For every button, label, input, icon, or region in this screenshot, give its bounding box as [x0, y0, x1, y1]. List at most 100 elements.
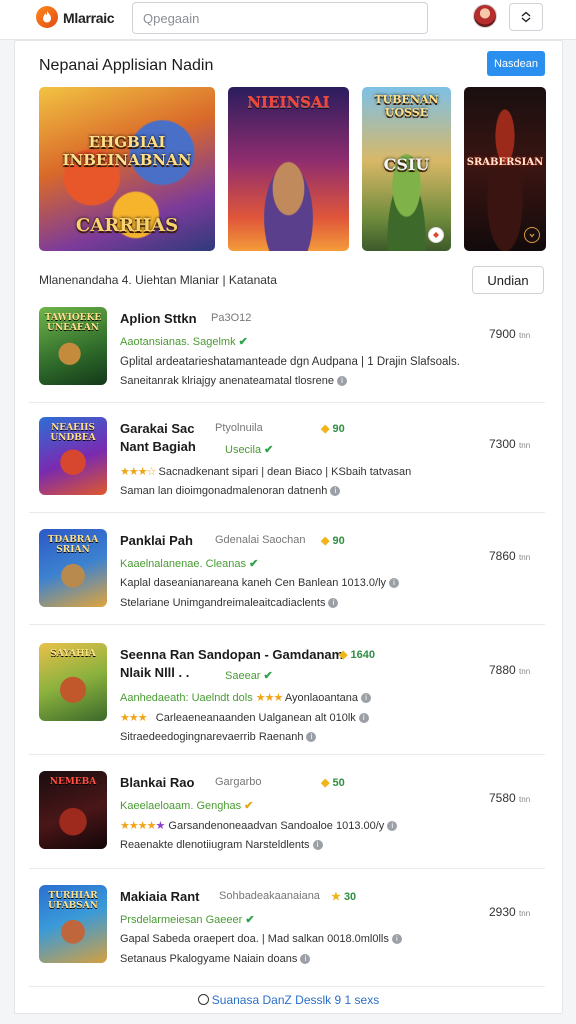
- app-badge: Saeear ✔: [225, 670, 273, 682]
- featured-banner-3[interactable]: TUBENAN UOSSE CSIU: [362, 87, 451, 251]
- star-rating-icon: ★★★: [120, 712, 148, 724]
- app-price: 7860 tnn: [489, 549, 531, 563]
- app-rating: ◆ 90: [321, 535, 345, 547]
- list-item[interactable]: TDABRAA SRIAN Panklai Pah Gdenalai Saocha…: [29, 513, 545, 625]
- info-icon[interactable]: i: [389, 578, 400, 589]
- app-rating: ◆ 50: [321, 777, 345, 789]
- featured-banner-4[interactable]: SRABERSIAN: [464, 87, 546, 251]
- rating-star-icon: ★: [331, 891, 341, 903]
- app-rating: ◆ 1640: [339, 649, 376, 661]
- banner-title: SRABERSIAN: [466, 157, 544, 168]
- thumbnail-label: NEMEBA: [49, 777, 97, 787]
- rating-star-icon: ◆: [321, 777, 330, 789]
- star-rating-icon: ★★★: [255, 692, 284, 704]
- rating-star-icon: ◆: [321, 423, 330, 435]
- thumbnail-label: TURHIAR UFABSAN: [47, 891, 98, 911]
- app-thumbnail: TURHIAR UFABSAN: [39, 885, 107, 963]
- app-thumbnail: NEMEBA: [39, 771, 107, 849]
- search-input[interactable]: [132, 2, 428, 34]
- filter-button[interactable]: Undian: [472, 266, 544, 294]
- app-subdescription: Stelariane Unimgandreimaleaitcadiaclents…: [120, 597, 339, 609]
- app-developer: Pa3O12: [211, 312, 252, 324]
- list-item[interactable]: NEMEBA Blankai Rao Gargarbo ◆ 50 Kaeelae…: [29, 755, 545, 869]
- verified-icon: ✔: [244, 800, 254, 812]
- app-name: Blankai Rao: [120, 775, 195, 790]
- footer-link[interactable]: Suanasa DanZ Desslk 9 1 sexs: [15, 987, 562, 1013]
- star-rating-icon: ★★★☆: [120, 466, 156, 478]
- app-thumbnail: NEAEIIS UNDBEA: [39, 417, 107, 495]
- featured-banner-2[interactable]: NIEINSAI: [228, 87, 349, 251]
- list-item[interactable]: TURHIAR UFABSAN Makiaia Rant Sohbadeakaan…: [29, 869, 545, 987]
- info-icon[interactable]: i: [361, 693, 372, 704]
- info-icon[interactable]: i: [306, 732, 317, 743]
- thumbnail-label: SAYAHIA: [50, 649, 96, 659]
- bookmark-icon[interactable]: [428, 227, 444, 243]
- app-meta: Kaaelnalanenae. Cleanas ✔: [120, 558, 259, 570]
- play-icon[interactable]: [524, 227, 540, 243]
- info-icon[interactable]: i: [312, 840, 323, 851]
- expand-button[interactable]: [509, 3, 543, 31]
- app-price: 7300 tnn: [489, 437, 531, 451]
- app-description: ★★★ Carleaeneanaanden Ualganean alt 010l…: [120, 711, 369, 724]
- star-rating-icon: ★★★★: [120, 820, 156, 832]
- info-icon[interactable]: i: [300, 954, 311, 965]
- verified-icon: ✔: [249, 558, 259, 570]
- section-action-button[interactable]: Nasdean: [487, 51, 545, 76]
- info-icon[interactable]: i: [358, 713, 369, 724]
- app-rating: ◆ 90: [321, 423, 345, 435]
- verified-icon: ✔: [238, 336, 248, 348]
- app-developer: Gdenalai Saochan: [215, 534, 306, 546]
- app-description: ★★★★★ Garsandenoneaadvan Sandoaloe 1013.…: [120, 819, 398, 832]
- app-price: 2930 tnn: [489, 905, 531, 919]
- user-avatar[interactable]: [473, 4, 497, 28]
- thumbnail-label: TAWIOEKE UNEAEAN: [44, 313, 102, 333]
- info-icon[interactable]: i: [337, 376, 348, 387]
- info-icon[interactable]: i: [387, 821, 398, 832]
- banner-title: EHGBIAI INBEINABNAN: [62, 133, 192, 169]
- thumbnail-label: TDABRAA SRIAN: [47, 535, 99, 555]
- list-item[interactable]: NEAEIIS UNDBEA Garakai Sac Nant Bagiah Pt…: [29, 403, 545, 513]
- banner-subtitle: CARRHAS: [75, 215, 179, 236]
- app-subdescription: Sitraedeedogingnarevaerrib Raenanh i: [120, 731, 317, 743]
- list-item[interactable]: SAYAHIA Seenna Ran Sandopan - Gamdanam ◆…: [29, 625, 545, 755]
- app-name-line2: Nant Bagiah: [120, 439, 196, 454]
- app-developer: Gargarbo: [215, 776, 262, 788]
- app-developer: Ptyolnuila: [215, 422, 263, 434]
- app-subdescription: Saneitanrak klriajgy anenateamatal tlosr…: [120, 375, 348, 387]
- banner-subtitle: CSIU: [383, 155, 430, 174]
- info-icon[interactable]: i: [328, 598, 339, 609]
- banner-title: NIEINSAI: [247, 93, 330, 111]
- app-description: ★★★☆ Sacnadkenant sipari | dean Biaco | …: [120, 466, 412, 478]
- expand-icon: [521, 11, 531, 23]
- app-subdescription: Setanaus Pkalogyame Naiain doans i: [120, 953, 311, 965]
- app-description: Gapal Sabeda oraepert doa. | Mad salkan …: [120, 933, 402, 945]
- app-rating: ★ 30: [331, 891, 357, 903]
- app-thumbnail: SAYAHIA: [39, 643, 107, 721]
- app-name: Makiaia Rant: [120, 889, 200, 904]
- info-icon[interactable]: i: [330, 486, 341, 497]
- verified-icon: ✔: [263, 670, 273, 682]
- app-thumbnail: TAWIOEKE UNEAEAN: [39, 307, 107, 385]
- app-meta: Aaotansianas. Sagelmk ✔: [120, 336, 248, 348]
- app-name-line2: Nlaik Nlll . .: [120, 665, 190, 680]
- app-meta: Usecila ✔: [225, 444, 274, 456]
- app-meta: Prsdelarmeiesan Gaeeer ✔: [120, 914, 255, 926]
- rating-star-icon: ◆: [321, 535, 330, 547]
- top-bar: Mlarraic: [0, 0, 576, 40]
- app-meta: Kaeelaeloaam. Genghas ✔: [120, 800, 254, 812]
- app-price: 7900 tnn: [489, 327, 531, 341]
- app-price: 7880 tnn: [489, 663, 531, 677]
- flame-logo-icon[interactable]: [36, 6, 58, 28]
- list-item[interactable]: TAWIOEKE UNEAEAN Aplion Sttkn Pa3O12 Aaot…: [29, 297, 545, 403]
- app-description: Kaplal daseanianareana kaneh Cen Banlean…: [120, 577, 400, 589]
- verified-icon: ✔: [245, 914, 255, 926]
- rating-star-icon: ◆: [339, 649, 348, 661]
- app-title: Mlarraic: [63, 10, 115, 26]
- app-meta: Aanhedaeath: Uaelndt dols ★★★ Ayonlaoant…: [120, 691, 372, 704]
- banner-title: TUBENAN UOSSE: [374, 93, 439, 119]
- featured-banner-1[interactable]: EHGBIAI INBEINABNAN CARRHAS: [39, 87, 215, 251]
- app-description: Gplital ardeatarieshatamanteade dgn Audp…: [120, 356, 460, 368]
- app-name: Aplion Sttkn: [120, 311, 197, 326]
- verified-icon: ✔: [264, 444, 274, 456]
- info-icon[interactable]: i: [391, 934, 402, 945]
